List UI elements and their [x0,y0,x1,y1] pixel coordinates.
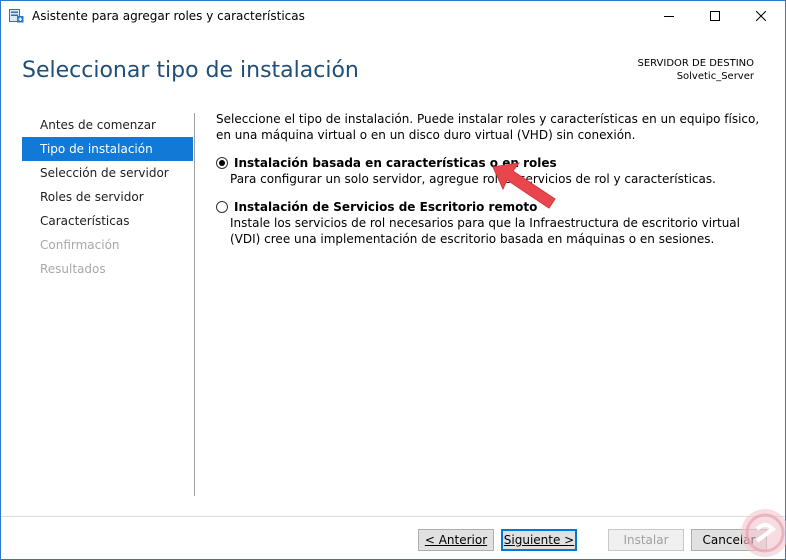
title-bar: Asistente para agregar roles y caracterí… [1,1,785,31]
install-button-label: Instalar [623,533,669,547]
next-button-label: Siguiente > [503,533,575,547]
wizard-steps-nav: Antes de comenzar Tipo de instalación Se… [22,113,193,281]
minimize-icon [664,16,674,17]
next-button[interactable]: Siguiente > [501,529,577,551]
install-button: Instalar [608,529,684,551]
previous-button-label: < Anterior [424,533,488,547]
nav-item-tipo-de-instalacion[interactable]: Tipo de instalación [22,137,193,161]
nav-item-seleccion-de-servidor[interactable]: Selección de servidor [22,161,193,185]
nav-item-antes-de-comenzar[interactable]: Antes de comenzar [22,113,193,137]
server-manager-icon [9,9,24,23]
nav-item-confirmacion: Confirmación [40,238,120,252]
watermark-logo-icon [741,509,786,557]
footer-divider [1,516,785,517]
destination-server-label: SERVIDOR DE DESTINO [637,58,754,69]
minimize-button[interactable] [646,1,692,31]
previous-button[interactable]: < Anterior [418,529,494,551]
intro-text: Seleccione el tipo de instalación. Puede… [216,112,760,142]
radio-role-based[interactable] [216,157,228,169]
window-title: Asistente para agregar roles y caracterí… [32,9,305,23]
maximize-icon [710,11,720,21]
annotation-arrow-icon [492,162,556,209]
close-icon [756,11,766,21]
close-button[interactable] [738,1,784,31]
nav-item-caracteristicas[interactable]: Características [22,209,193,233]
destination-server-name: Solvetic_Server [676,71,754,82]
nav-divider [194,113,195,496]
wizard-window: Asistente para agregar roles y caracterí… [0,0,786,560]
maximize-button[interactable] [692,1,738,31]
nav-item-roles-de-servidor[interactable]: Roles de servidor [22,185,193,209]
option-remote-desktop-description: Instale los servicios de rol necesarios … [230,216,740,246]
page-title: Seleccionar tipo de instalación [22,58,359,83]
nav-item-resultados: Resultados [40,262,106,276]
radio-remote-desktop[interactable] [216,201,228,213]
